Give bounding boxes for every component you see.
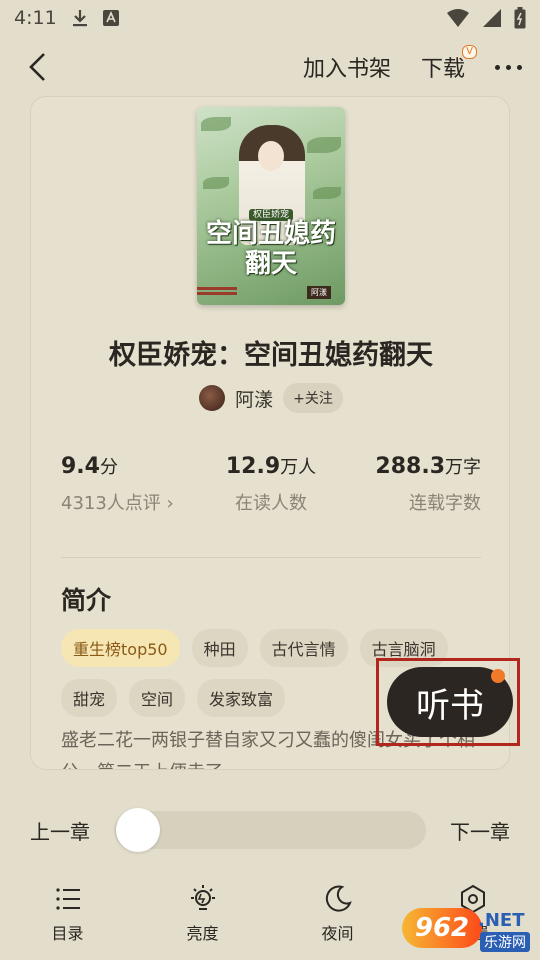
top-nav: 加入书架 下载 V bbox=[0, 40, 540, 94]
chapter-progress-slider[interactable] bbox=[114, 808, 426, 852]
add-to-shelf-button[interactable]: 加入书架 bbox=[303, 51, 391, 83]
slider-thumb[interactable] bbox=[116, 808, 160, 852]
status-time: 4:11 bbox=[14, 7, 57, 29]
cover-author-text: 阿漾 bbox=[307, 286, 331, 299]
intro-heading: 简介 bbox=[61, 586, 112, 615]
author-avatar[interactable] bbox=[199, 385, 226, 411]
tag-chip[interactable]: 重生榜top50 bbox=[61, 629, 180, 667]
listen-highlight-box: 听书 bbox=[376, 658, 520, 746]
stat-value: 9.4分 bbox=[61, 454, 118, 479]
vip-badge: V bbox=[462, 45, 477, 59]
chapter-navigation: 上一章 下一章 bbox=[0, 806, 540, 854]
signal-icon bbox=[482, 8, 502, 28]
stat-value: 12.9万人 bbox=[225, 454, 317, 479]
notification-dot bbox=[491, 669, 505, 683]
cover-title-text: 空间丑媳药翻天 bbox=[205, 219, 336, 279]
battery-icon bbox=[514, 7, 526, 29]
divider bbox=[61, 557, 481, 558]
stat-label: 连载字数 bbox=[409, 493, 482, 514]
tag-chip[interactable]: 发家致富 bbox=[197, 679, 286, 717]
back-button[interactable] bbox=[18, 47, 58, 87]
stat-label: 在读人数 bbox=[235, 493, 307, 514]
tag-chip[interactable]: 甜宠 bbox=[61, 679, 118, 717]
follow-button[interactable]: +关注 bbox=[283, 383, 343, 413]
cover-decoration bbox=[197, 287, 237, 301]
list-icon bbox=[55, 888, 80, 910]
more-options-button[interactable] bbox=[495, 57, 522, 78]
status-bar: 4:11 bbox=[0, 0, 540, 36]
moon-icon bbox=[325, 885, 352, 912]
watermark-net: .NET bbox=[478, 910, 525, 931]
tab-night-mode[interactable]: 夜间 bbox=[270, 884, 405, 960]
more-dot bbox=[506, 64, 511, 70]
download-label: 下载 bbox=[420, 57, 465, 82]
stat-label: 4313人点评 › bbox=[61, 493, 174, 514]
book-cover[interactable]: 权臣娇宠 空间丑媳药翻天 阿漾 bbox=[197, 107, 345, 305]
stat-value: 288.3万字 bbox=[375, 454, 482, 479]
tag-chip[interactable]: 古代言情 bbox=[259, 629, 348, 667]
tab-label: 夜间 bbox=[321, 924, 354, 943]
previous-chapter-button[interactable]: 上一章 bbox=[30, 816, 90, 845]
download-button[interactable]: 下载 V bbox=[420, 45, 477, 83]
tab-label: 目录 bbox=[51, 924, 84, 943]
cover-leaf bbox=[203, 177, 229, 189]
wifi-icon bbox=[446, 8, 470, 28]
listen-label: 听书 bbox=[416, 685, 484, 726]
watermark-site: 乐游网 bbox=[480, 932, 530, 952]
cover-leaf bbox=[313, 187, 341, 199]
author-row: 阿漾 +关注 bbox=[31, 383, 509, 413]
book-title: 权臣娇宠：空间丑媳药翻天 bbox=[109, 340, 433, 371]
tag-chip[interactable]: 空间 bbox=[129, 679, 186, 717]
site-watermark: 962 .NET 乐游网 bbox=[400, 908, 536, 956]
stat-readers: 12.9万人 在读人数 bbox=[188, 453, 355, 515]
next-chapter-button[interactable]: 下一章 bbox=[450, 816, 510, 845]
more-dot bbox=[495, 64, 500, 70]
tag-chip[interactable]: 种田 bbox=[191, 629, 248, 667]
download-icon bbox=[71, 8, 89, 28]
tab-label: 亮度 bbox=[186, 924, 219, 943]
stat-word-count: 288.3万字 连载字数 bbox=[354, 453, 509, 515]
chevron-left-icon bbox=[29, 53, 45, 81]
book-stats: 9.4分 4313人点评 › 12.9万人 在读人数 288.3万字 连载字数 bbox=[31, 453, 509, 515]
cover-leaf bbox=[307, 137, 341, 153]
app-notification-icon bbox=[102, 10, 119, 26]
watermark-logo: 962 bbox=[402, 908, 482, 948]
author-name[interactable]: 阿漾 bbox=[235, 385, 273, 412]
brightness-icon bbox=[190, 885, 215, 910]
cover-face bbox=[258, 141, 284, 171]
more-dot bbox=[517, 64, 522, 70]
stat-rating[interactable]: 9.4分 4313人点评 › bbox=[31, 453, 188, 515]
tab-brightness[interactable]: 亮度 bbox=[135, 884, 270, 960]
tab-catalog[interactable]: 目录 bbox=[0, 884, 135, 960]
cover-leaf bbox=[201, 117, 231, 131]
